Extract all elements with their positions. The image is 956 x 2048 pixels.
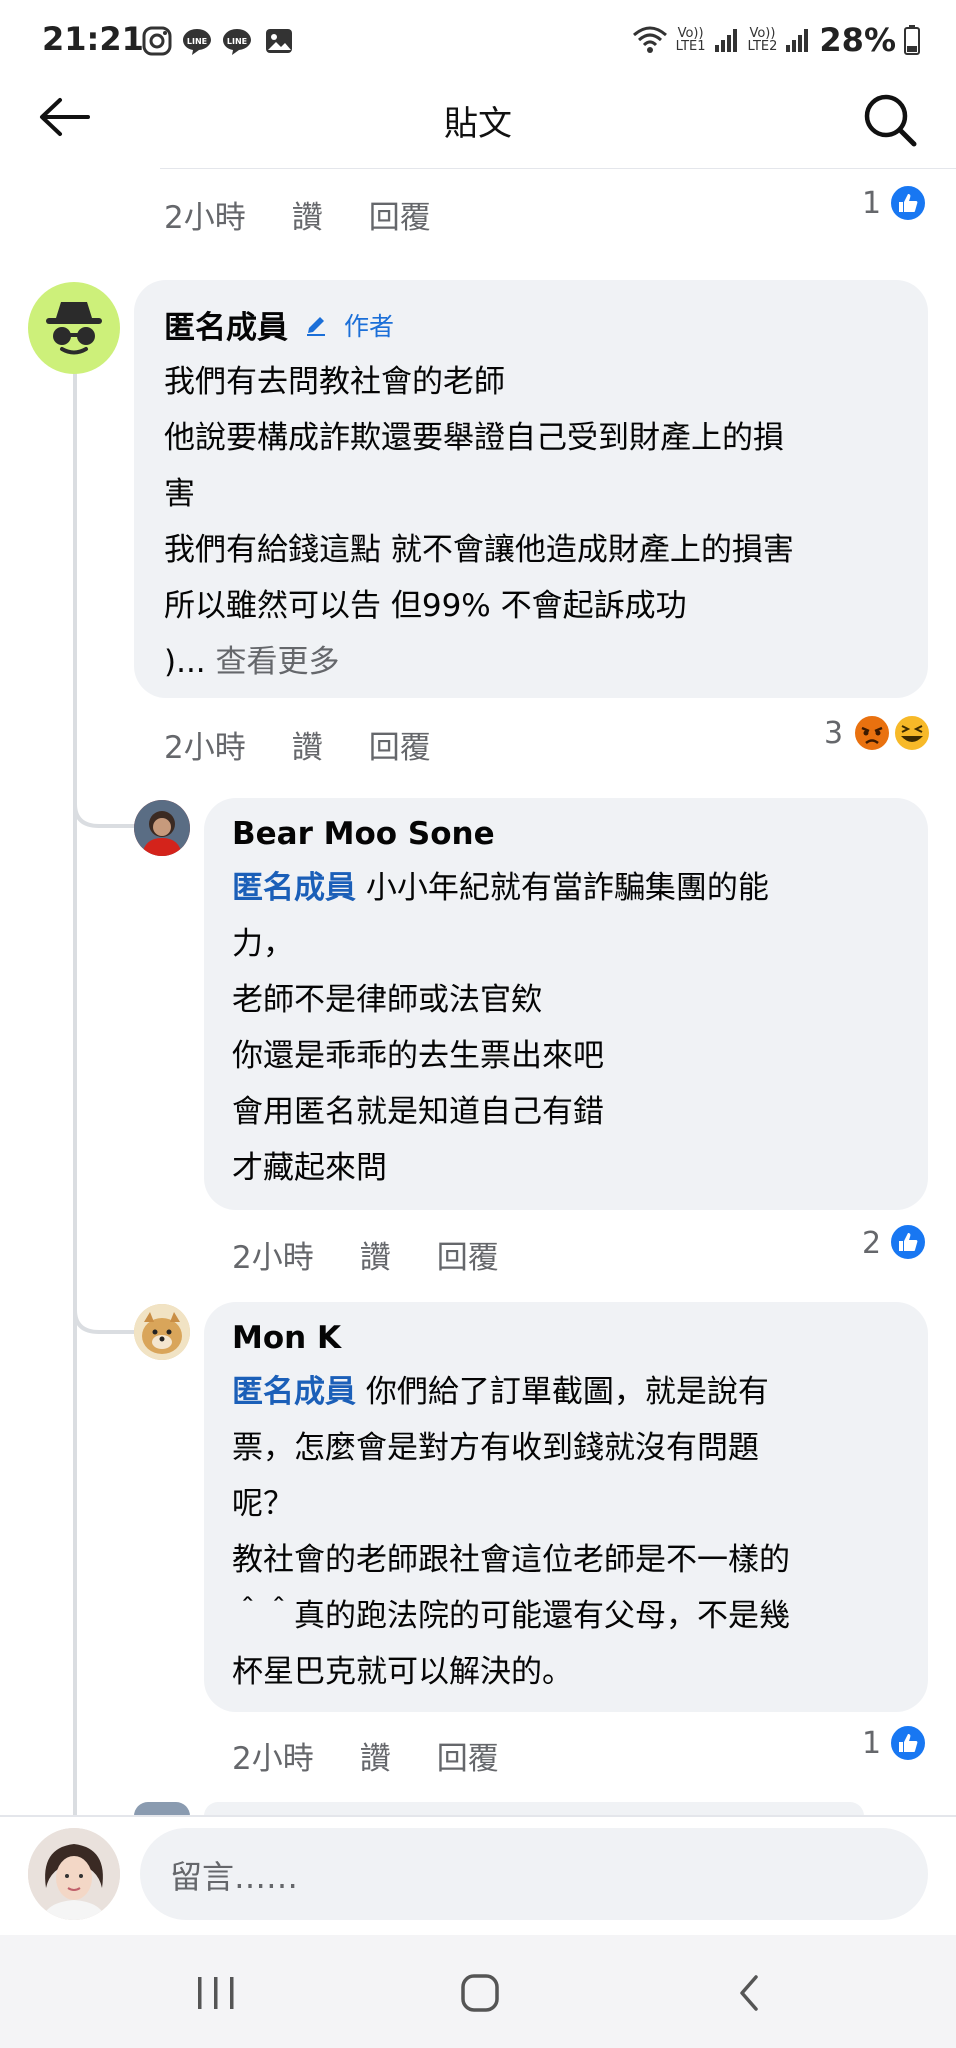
comment-author[interactable]: Mon K [232, 1320, 341, 1356]
reaction-count: 1 [862, 1726, 882, 1761]
comment-line: 杯星巴克就可以解決的。 [232, 1654, 573, 1690]
like-button[interactable]: 讚 [360, 1232, 391, 1277]
comment-time: 2小時 [232, 1240, 314, 1276]
comment-line: )... 查看更多 [164, 634, 914, 690]
comment-line: 才藏起來問 [232, 1150, 387, 1186]
comment-body: 我們有去問教社會的老師 他說要構成詐欺還要舉證自己受到財產上的損 害 我們有給錢… [164, 354, 914, 690]
comment-meta: 2小時 讚 回覆 [232, 1232, 499, 1277]
divider [160, 168, 956, 169]
comment-body: 匿名成員 小小年紀就有當詐騙集團的能 力， 老師不是律師或法官欸 你還是乖乖的去… [232, 860, 912, 1196]
nav-back-icon[interactable] [734, 1973, 764, 2013]
instagram-icon [142, 26, 172, 56]
avatar-image [134, 800, 190, 856]
comment-meta: 2小時 讚 回覆 [164, 722, 431, 767]
comment-input-placeholder: 留言…… [170, 1858, 299, 1896]
signal-icon [786, 29, 809, 52]
system-nav-bar [0, 1935, 956, 2048]
see-more-link[interactable]: 查看更多 [216, 644, 340, 680]
comment-time: 2小時 [164, 200, 246, 236]
like-reaction-icon[interactable] [888, 183, 928, 223]
truncated-text: )... [164, 644, 206, 680]
comment-bubble [204, 1802, 864, 1816]
sim1-label: Vo)) LTE1 [675, 26, 706, 54]
avatar-image [28, 1828, 120, 1920]
reaction-count: 2 [862, 1226, 882, 1261]
line-app-icon: LINE [223, 29, 251, 55]
like-button[interactable]: 讚 [292, 192, 323, 237]
reaction-count: 3 [824, 716, 844, 751]
gallery-icon [266, 29, 292, 53]
reply-button[interactable]: 回覆 [437, 1733, 499, 1778]
comment-line: 匿名成員 小小年紀就有當詐騙集團的能 [232, 860, 912, 916]
reply-button[interactable]: 回覆 [369, 722, 431, 767]
reaction-icons[interactable] [850, 712, 934, 754]
comment-header: 匿名成員 作者 [164, 302, 394, 347]
battery-icon [904, 25, 920, 55]
sim2-label: Vo)) LTE2 [747, 26, 778, 54]
signal-icon [714, 29, 737, 52]
like-reaction-icon[interactable] [888, 1723, 928, 1763]
comment-line: 教社會的老師跟社會這位老師是不一樣的 [232, 1542, 790, 1578]
thread-line [73, 370, 77, 1815]
user-avatar [134, 1802, 190, 1816]
mention-link[interactable]: 匿名成員 [232, 870, 356, 906]
pencil-icon [307, 316, 325, 336]
comment-bubble: 匿名成員 作者 我們有去問教社會的老師 他說要構成詐欺還要舉證自己受到財產上的損… [134, 280, 928, 698]
comment-line: 呢？ [232, 1486, 294, 1522]
like-button[interactable]: 讚 [292, 722, 323, 767]
comment-line: 他說要構成詐欺還要舉證自己受到財產上的損 [164, 420, 784, 456]
svg-text:LINE: LINE [187, 37, 207, 46]
comment-text: 你們給了訂單截圖，就是說有 [356, 1374, 769, 1410]
comment-line: 你還是乖乖的去生票出來吧 [232, 1038, 604, 1074]
line-app-icon: LINE [183, 29, 211, 55]
comment-time: 2小時 [164, 730, 246, 766]
like-reaction-icon[interactable] [888, 1222, 928, 1262]
comment-text: 小小年紀就有當詐騙集團的能 [356, 870, 769, 906]
battery-percentage: 28% [819, 21, 896, 59]
anonymous-member-icon [46, 302, 102, 355]
status-right-group: Vo)) LTE1 Vo)) LTE2 28% [632, 18, 920, 62]
user-avatar[interactable] [134, 1304, 190, 1360]
reply-button[interactable]: 回覆 [437, 1232, 499, 1277]
wifi-icon [632, 26, 667, 53]
comment-bubble: Mon K 匿名成員 你們給了訂單截圖，就是說有 票，怎麼會是對方有收到錢就沒有… [204, 1302, 928, 1712]
comment-meta: 2小時 讚 回覆 [164, 192, 431, 237]
comment-line: 票，怎麼會是對方有收到錢就沒有問題 [232, 1430, 759, 1466]
user-avatar[interactable] [134, 800, 190, 856]
avatar-image [134, 1304, 190, 1360]
comment-line: 老師不是律師或法官欸 [232, 982, 542, 1018]
search-icon[interactable] [862, 92, 918, 148]
comment-meta: 2小時 讚 回覆 [232, 1733, 499, 1778]
divider [0, 1815, 956, 1817]
anonymous-avatar[interactable] [28, 282, 120, 374]
comment-line: 所以雖然可以告 但99% 不會起訴成功 [164, 588, 687, 624]
comment-line: ＾＾真的跑法院的可能還有父母，不是幾 [232, 1598, 790, 1634]
comment-line: 力， [232, 926, 294, 962]
mention-link[interactable]: 匿名成員 [232, 1374, 356, 1410]
page-title: 貼文 [444, 104, 512, 144]
home-icon[interactable] [460, 1973, 500, 2013]
comment-line: 我們有去問教社會的老師 [164, 364, 505, 400]
comment-bubble: Bear Moo Sone 匿名成員 小小年紀就有當詐騙集團的能 力， 老師不是… [204, 798, 928, 1210]
reply-button[interactable]: 回覆 [369, 192, 431, 237]
author-badge: 作者 [344, 311, 395, 341]
comment-author[interactable]: Bear Moo Sone [232, 816, 495, 852]
recents-icon[interactable] [194, 1975, 238, 2011]
status-time: 21:21 [42, 20, 144, 58]
comment-author[interactable]: 匿名成員 [164, 302, 288, 347]
comment-input[interactable]: 留言…… [140, 1828, 928, 1920]
svg-text:LINE: LINE [227, 37, 247, 46]
comment-line: 匿名成員 你們給了訂單截圖，就是說有 [232, 1364, 912, 1420]
comment-line: 我們有給錢這點 就不會讓他造成財產上的損害 [164, 532, 794, 568]
like-button[interactable]: 讚 [360, 1733, 391, 1778]
comment-time: 2小時 [232, 1741, 314, 1777]
status-bar: 21:21 LINE LINE Vo)) LTE1 Vo)) LTE2 28% [0, 0, 956, 80]
comment-line: 害 [164, 476, 195, 512]
current-user-avatar [28, 1828, 120, 1920]
comment-body: 匿名成員 你們給了訂單截圖，就是說有 票，怎麼會是對方有收到錢就沒有問題 呢？ … [232, 1364, 912, 1700]
comment-line: 會用匿名就是知道自己有錯 [232, 1094, 604, 1130]
reaction-count: 1 [862, 186, 882, 221]
